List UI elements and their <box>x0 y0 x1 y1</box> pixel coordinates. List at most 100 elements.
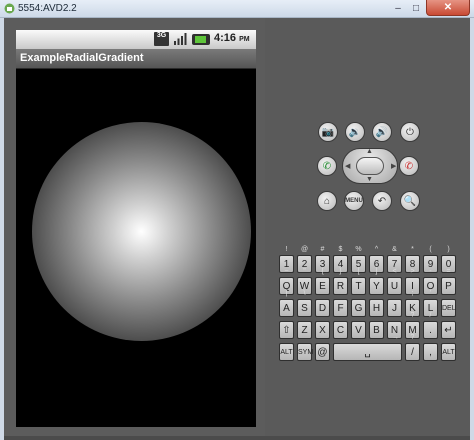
key-u[interactable]: < U <box>387 268 402 295</box>
key-t[interactable]: [T <box>351 268 366 295</box>
key-symbol: = <box>446 268 451 275</box>
key-symbol: < <box>392 268 397 275</box>
app-title: ExampleRadialGradient <box>20 52 144 64</box>
key-label: S <box>301 303 308 314</box>
key-a[interactable]: | A <box>279 290 294 317</box>
key-symbol: ' <box>429 290 432 297</box>
key-v[interactable]: V <box>351 321 366 339</box>
key-symbol: ? <box>410 334 415 341</box>
key-symbol: ( <box>429 246 432 253</box>
key-label: T <box>355 281 362 292</box>
key-y[interactable]: ] Y <box>369 268 384 295</box>
key-g[interactable]: G <box>351 299 366 317</box>
android-app-icon <box>4 3 15 14</box>
clock-ampm: PM <box>239 36 250 43</box>
key-label: R <box>336 281 345 292</box>
key-symbol: / <box>429 312 432 319</box>
key-symbol: & <box>392 246 397 253</box>
key-sym[interactable]: SYM <box>297 343 313 361</box>
key-label: C <box>336 325 345 336</box>
key-symbol: " <box>303 268 306 275</box>
status-clock: 4:16 PM <box>214 32 250 44</box>
volume-up-button[interactable]: 🔊 <box>372 122 392 142</box>
key-b[interactable]: B <box>369 321 384 339</box>
key-label: @ <box>317 347 328 358</box>
device-body-right <box>265 18 470 436</box>
key-label: H <box>372 303 381 314</box>
key-label: D <box>318 303 327 314</box>
call-button[interactable]: ✆ <box>317 156 337 176</box>
key-label: A <box>283 303 290 314</box>
end-call-button[interactable]: ✆ <box>399 156 419 176</box>
key-h[interactable]: H <box>369 299 384 317</box>
key-x[interactable]: X <box>315 321 330 339</box>
dpad-right-icon[interactable]: ▶ <box>391 162 396 170</box>
key-label: V <box>355 325 362 336</box>
key-space[interactable]: → ␣ <box>333 334 402 361</box>
key-alt-right[interactable]: ALT <box>441 343 456 361</box>
key-r[interactable]: } R <box>333 268 348 295</box>
key-label: ⇧ <box>282 325 291 336</box>
signal-strength-icon <box>174 33 187 45</box>
key-symbol: ? <box>410 312 415 319</box>
key-label: X <box>319 325 326 336</box>
key-symbol: $ <box>338 246 343 253</box>
battery-icon <box>192 34 210 45</box>
key-label: / <box>411 347 414 358</box>
key-symbol: ~ <box>284 268 289 275</box>
key-label: ALT <box>442 349 455 356</box>
search-button[interactable]: 🔍 <box>400 191 420 211</box>
key-period[interactable]: /. <box>423 312 438 339</box>
key-f[interactable]: F <box>333 299 348 317</box>
back-button[interactable]: ↶ <box>372 191 392 211</box>
key-del[interactable]: DEL <box>441 299 456 317</box>
key-label: Z <box>301 325 308 336</box>
dpad-down-icon[interactable]: ▼ <box>366 176 373 183</box>
power-button[interactable]: ⏻ <box>400 122 420 142</box>
key-symbol: ^ <box>374 246 379 253</box>
dpad-up-icon[interactable]: ▲ <box>366 148 373 155</box>
key-label: F <box>337 303 344 314</box>
close-button[interactable]: ✕ <box>426 0 470 16</box>
app-title-bar: ExampleRadialGradient <box>16 49 256 69</box>
key-symbol: # <box>320 246 325 253</box>
key-label: ␣ <box>364 347 371 358</box>
volume-down-button[interactable]: 🔉 <box>345 122 365 142</box>
key-symbol: → <box>392 334 399 341</box>
key-symbol: ! <box>285 246 288 253</box>
home-button[interactable]: ⌂ <box>317 191 337 211</box>
key-label: G <box>354 303 363 314</box>
key-comma[interactable]: , <box>423 343 438 361</box>
key-label: Y <box>373 281 380 292</box>
key-symbol: * <box>411 246 414 253</box>
dpad-center-button[interactable] <box>356 157 384 175</box>
key-alt-left[interactable]: ALT <box>279 343 294 361</box>
key-c[interactable]: C <box>333 321 348 339</box>
key-label: E <box>319 281 326 292</box>
key-label: ALT <box>280 349 293 356</box>
key-slash[interactable]: ? / <box>405 334 420 361</box>
key-d[interactable]: D <box>315 299 330 317</box>
key-symbol: % <box>355 246 362 253</box>
key-shift[interactable]: ⇧ <box>279 321 294 339</box>
key-symbol: ] <box>375 268 378 275</box>
dpad-left-icon[interactable]: ◀ <box>345 162 350 170</box>
key-at[interactable]: @ <box>315 343 330 361</box>
key-label: U <box>390 281 399 292</box>
key-z[interactable]: Z <box>297 321 312 339</box>
maximize-button[interactable]: □ <box>407 0 425 16</box>
key-p[interactable]: = P <box>441 268 456 295</box>
key-j[interactable]: J <box>387 299 402 317</box>
key-enter[interactable]: ↵ <box>441 321 456 339</box>
camera-button[interactable]: 📷 <box>318 122 338 142</box>
key-symbol: > <box>410 268 415 275</box>
minimize-button[interactable]: – <box>389 0 407 16</box>
key-label: P <box>445 281 452 292</box>
status-bar: 3G 4:16 PM <box>16 30 256 49</box>
window-titlebar: 5554:AVD2.2 – □ ✕ <box>0 0 474 18</box>
key-symbol: - <box>429 268 432 275</box>
phone-screen[interactable]: 3G 4:16 PM ExampleRadialGradient <box>16 30 256 427</box>
key-s[interactable]: \ S <box>297 290 312 317</box>
menu-button[interactable]: MENU <box>344 191 364 211</box>
key-e[interactable]: {E <box>315 268 330 295</box>
